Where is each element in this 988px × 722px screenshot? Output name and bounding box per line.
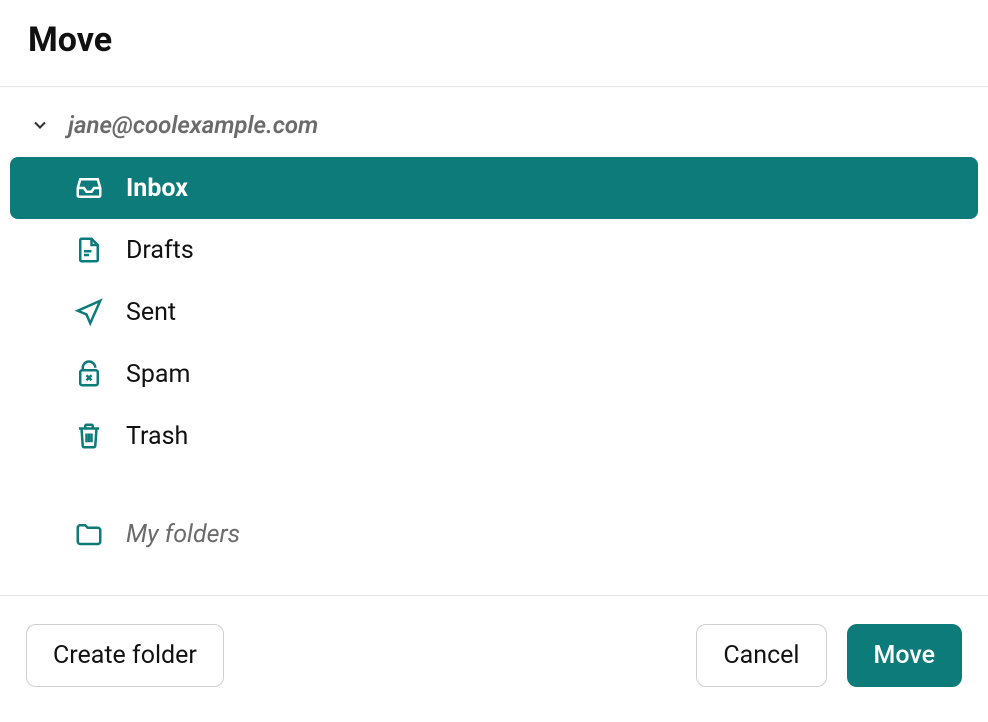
cancel-button[interactable]: Cancel [696, 624, 826, 687]
folder-label: Inbox [126, 174, 188, 203]
dialog-title: Move [28, 20, 960, 60]
move-button[interactable]: Move [847, 624, 963, 687]
document-icon [74, 235, 104, 265]
folder-item-trash[interactable]: Trash [10, 405, 978, 467]
create-folder-button[interactable]: Create folder [26, 624, 224, 687]
folder-item-myfolders[interactable]: My folders [10, 503, 978, 565]
folder-list: Inbox Drafts Sent Spam [10, 157, 978, 565]
folder-label: Trash [126, 422, 188, 451]
trash-icon [74, 421, 104, 451]
section-gap [10, 467, 978, 503]
folder-item-inbox[interactable]: Inbox [10, 157, 978, 219]
folder-label: Sent [126, 298, 176, 327]
myfolders-label: My folders [126, 520, 240, 549]
inbox-icon [74, 173, 104, 203]
folder-label: Spam [126, 360, 190, 389]
folder-item-spam[interactable]: Spam [10, 343, 978, 405]
folder-icon [74, 519, 104, 549]
chevron-down-icon [30, 115, 50, 135]
account-row[interactable]: jane@coolexample.com [10, 99, 978, 157]
paperplane-icon [74, 297, 104, 327]
spam-icon [74, 359, 104, 389]
folder-item-sent[interactable]: Sent [10, 281, 978, 343]
folder-label: Drafts [126, 236, 194, 265]
folder-item-drafts[interactable]: Drafts [10, 219, 978, 281]
account-email: jane@coolexample.com [68, 111, 318, 139]
